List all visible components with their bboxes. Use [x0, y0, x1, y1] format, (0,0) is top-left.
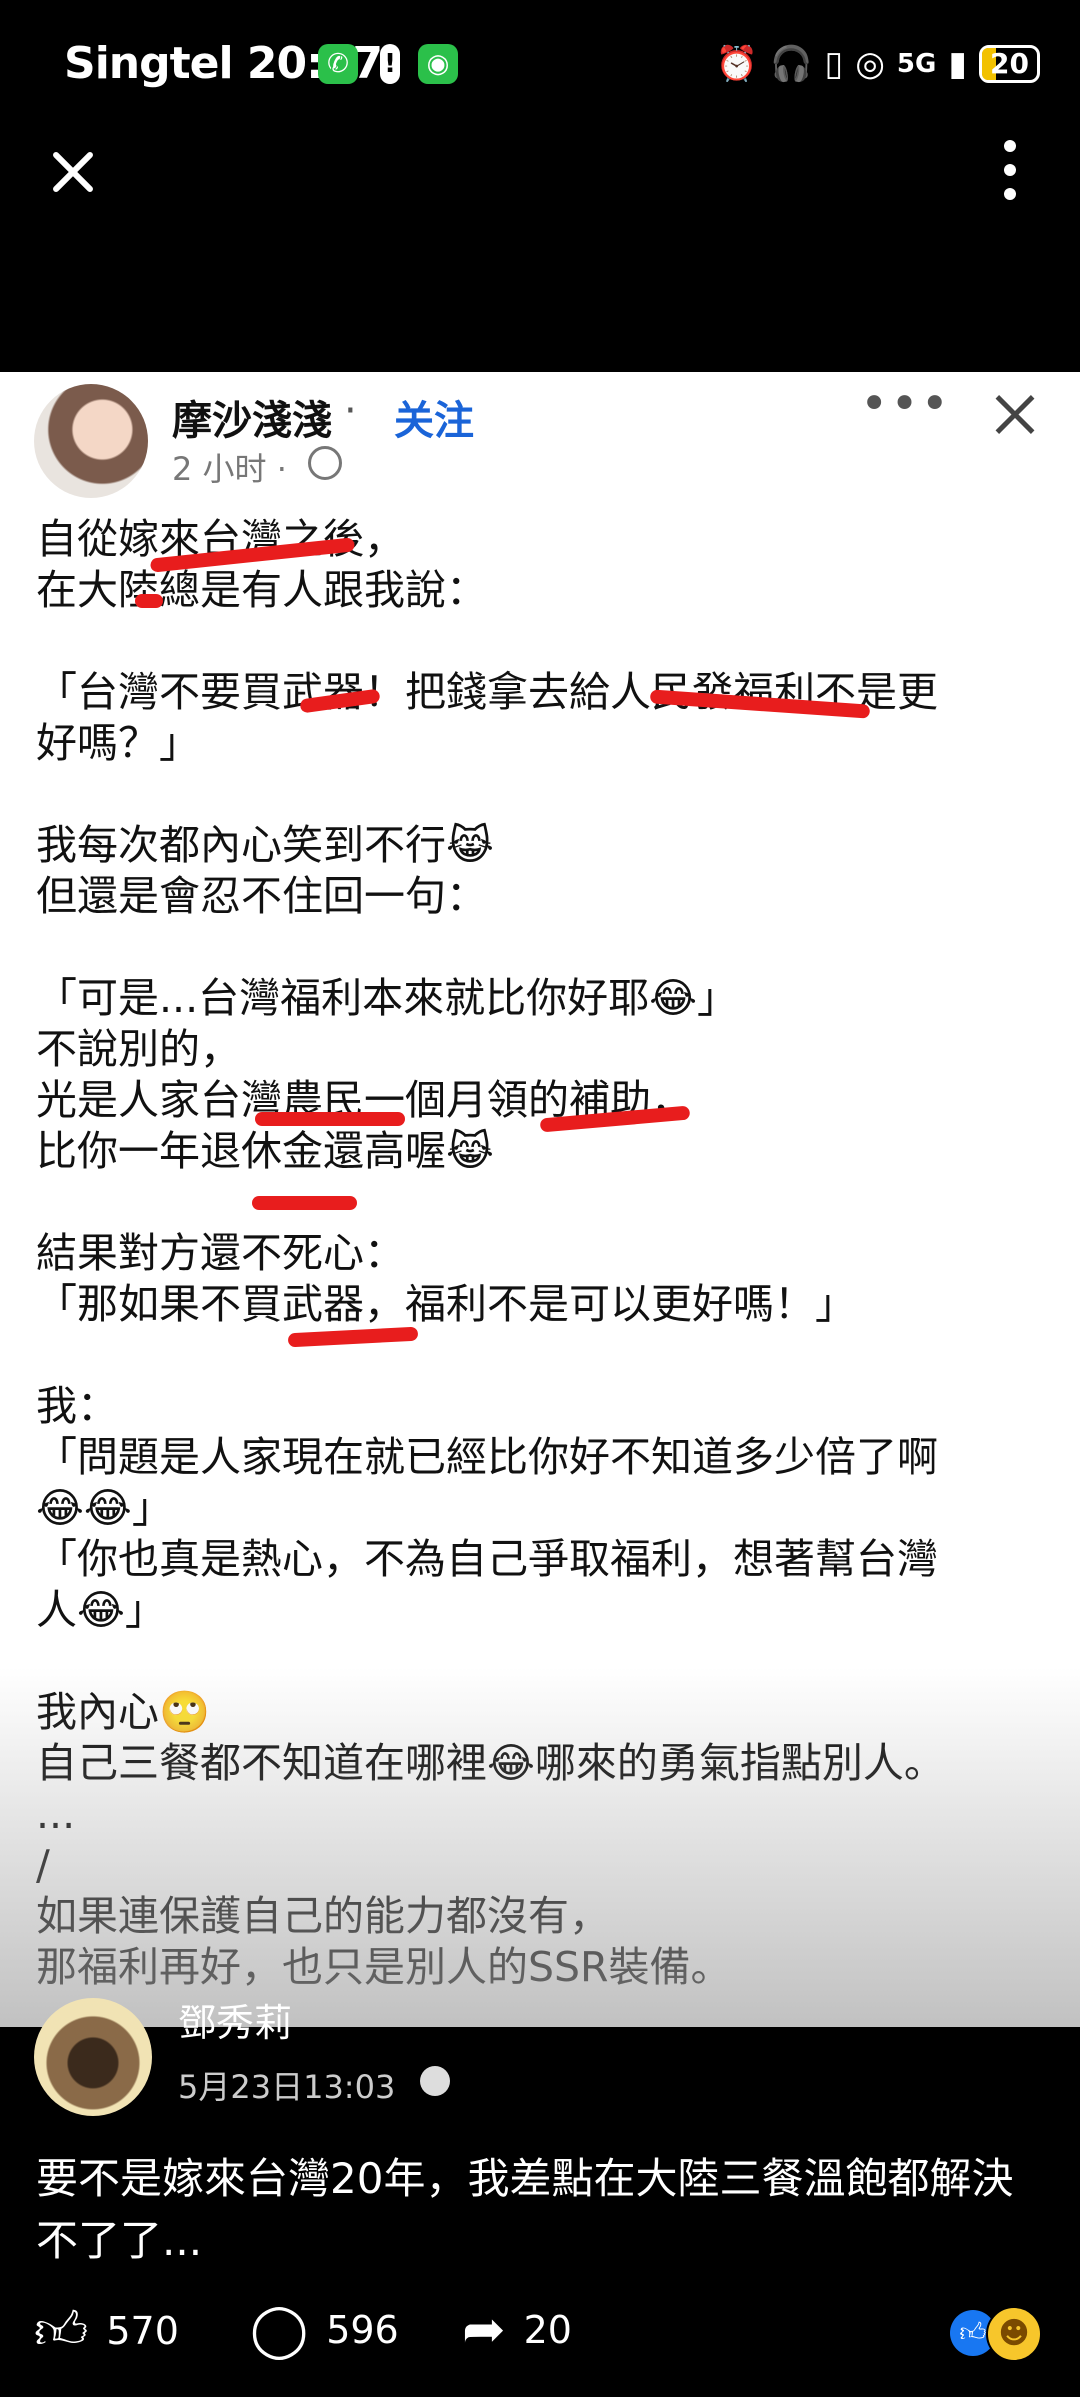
battery-indicator: 20 — [979, 45, 1040, 83]
status-indicators: ⏰ 🎧 ▯ ◎ 5G ▮ 20 — [716, 42, 1040, 86]
comment-button[interactable]: ◯ 596 — [250, 2300, 399, 2360]
like-count: 570 — [106, 2309, 179, 2353]
network-label: 5G — [896, 49, 937, 79]
headphones-icon: 🎧 — [770, 44, 813, 84]
share-button[interactable]: ➦ 20 — [462, 2300, 572, 2360]
share-arrow-icon: ➦ — [462, 2300, 506, 2360]
globe-icon — [420, 2066, 450, 2096]
wechat-icon: ◉ — [418, 44, 458, 84]
comment-count: 596 — [326, 2308, 399, 2352]
vibrate-icon: ▯ — [824, 44, 844, 84]
embedded-globe-icon — [308, 446, 342, 480]
embedded-post-body: 自從嫁來台灣之後， 在大陸總是有人跟我說： 「台灣不要買武器！把錢拿去給人民發福… — [36, 515, 945, 1991]
embedded-follow-link: 关注 — [394, 398, 474, 444]
comment-text: 要不是嫁來台灣20年，我差點在大陸三餐溫飽都解決不了了... — [36, 2154, 1014, 2265]
post-image[interactable]: 摩沙淺淺 · 关注 2 小时 · ••• 自從嫁來台灣之後， 在大陸總是有人跟我… — [0, 372, 1080, 2027]
comment-date: 5月23日13:03 — [178, 2068, 396, 2106]
haha-reaction-icon: ☻ — [986, 2306, 1042, 2362]
share-count: 20 — [523, 2308, 572, 2352]
hotspot-icon: ◎ — [855, 44, 885, 84]
whatsapp-icon: ✆ — [318, 44, 358, 84]
embedded-more-icon: ••• — [860, 376, 951, 432]
redaction-mark — [135, 594, 163, 608]
redaction-mark — [252, 1196, 357, 1210]
commenter-avatar[interactable] — [34, 1998, 152, 2116]
like-button[interactable]: 👍︎ 570 — [34, 2300, 179, 2362]
signal-icon: ▮ — [948, 44, 968, 84]
embedded-close-icon — [990, 390, 1040, 440]
embedded-author-avatar — [34, 384, 148, 498]
alarm-icon: ⏰ — [715, 44, 759, 84]
redaction-mark — [255, 1112, 405, 1126]
embedded-author-name: 摩沙淺淺 — [172, 398, 332, 444]
embedded-post-time: 2 小时 · — [172, 450, 287, 488]
more-vertical-icon[interactable] — [990, 140, 1030, 210]
commenter-name[interactable]: 鄧秀莉 — [178, 1992, 292, 2047]
alert-icon: ! — [380, 44, 400, 84]
status-bar: Singtel 20:27 ✆ ! ◉ ⏰ 🎧 ▯ ◎ 5G ▮ 20 — [0, 0, 1080, 130]
comment-bubble-icon: ◯ — [250, 2300, 309, 2360]
embedded-separator: · — [344, 388, 357, 434]
close-icon[interactable] — [40, 140, 104, 204]
thumbs-up-icon: 👍︎ — [34, 2301, 89, 2361]
